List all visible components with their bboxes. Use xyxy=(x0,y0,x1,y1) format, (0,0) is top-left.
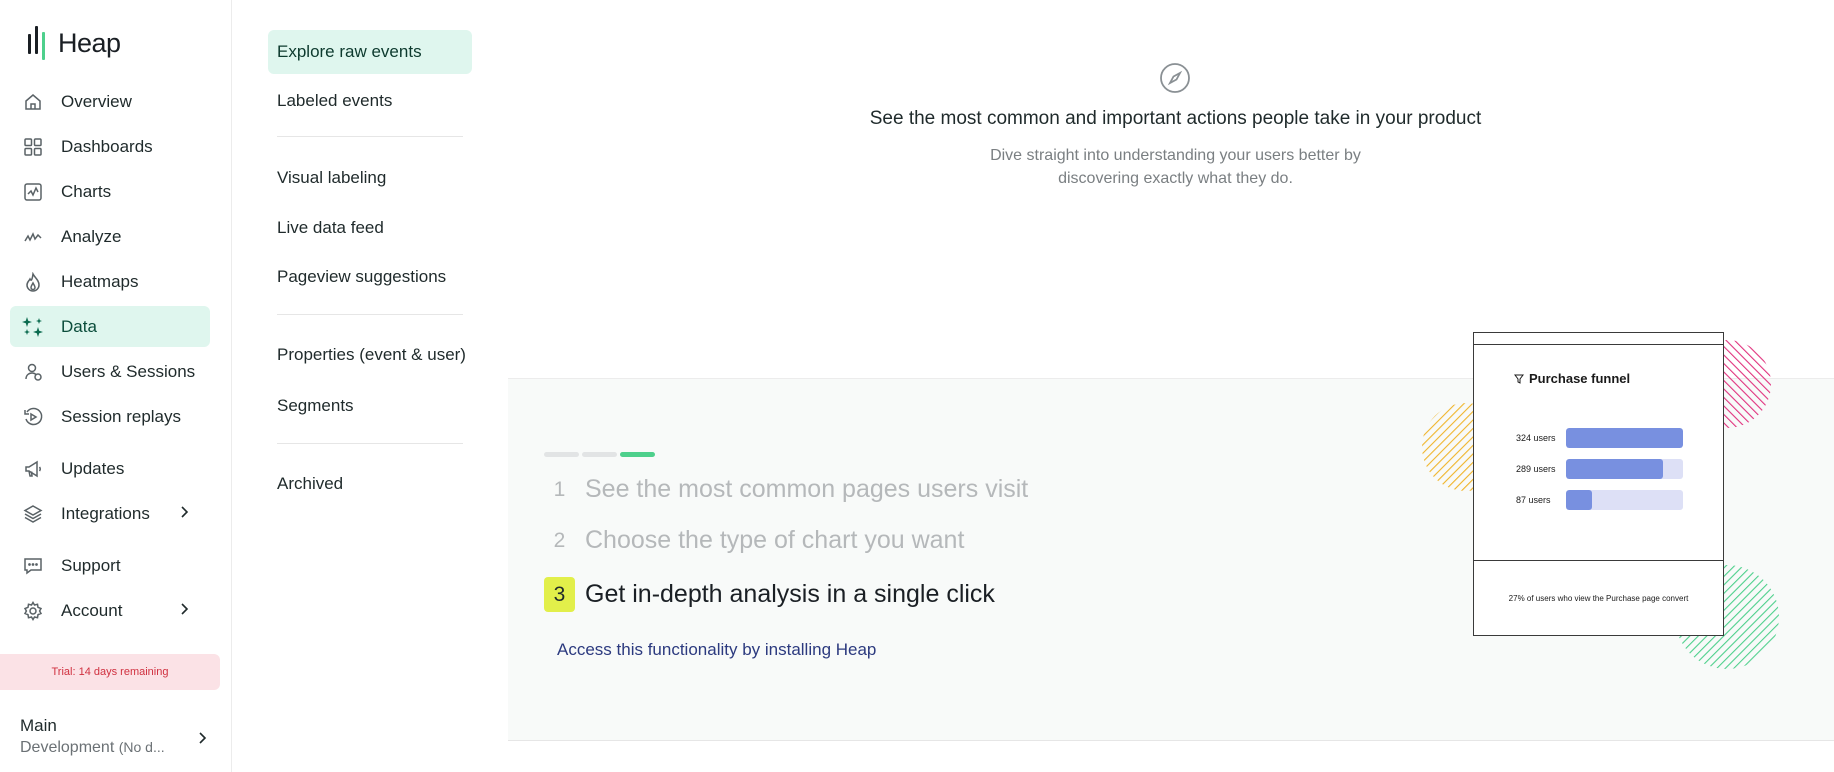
compass-icon xyxy=(1160,63,1190,93)
sidebar-item-label: Heatmaps xyxy=(61,271,139,291)
sidebar-item-label: Integrations xyxy=(61,503,150,523)
funnel-card: Purchase funnel 324 users 289 users 87 u… xyxy=(1473,332,1724,636)
description-line: discovering exactly what they do. xyxy=(1058,170,1293,187)
main-nav: Overview Dashboards Charts Analyze Heatm… xyxy=(10,81,210,635)
sidebar-item-label: Charts xyxy=(61,181,112,201)
sidebar-item-label: Overview xyxy=(61,91,132,111)
chevron-right-icon xyxy=(199,732,207,744)
sidebar-item-heatmaps[interactable]: Heatmaps xyxy=(10,261,210,302)
environment-name: Development (No d... xyxy=(20,739,210,757)
main-sidebar: Heap Overview Dashboards Charts Analyze … xyxy=(0,0,232,772)
step-1[interactable]: 1 See the most common pages users visit xyxy=(544,472,1029,507)
sidebar-item-overview[interactable]: Overview xyxy=(10,81,210,122)
megaphone-icon xyxy=(22,458,44,480)
funnel-footnote-text: 27% of users who view the Purchase page … xyxy=(1508,594,1689,603)
users-icon xyxy=(22,361,44,383)
funnel-bar xyxy=(1566,490,1592,510)
funnel-row-label: 324 users xyxy=(1516,433,1556,443)
submenu-pageview-suggestions[interactable]: Pageview suggestions xyxy=(268,255,472,299)
funnel-bar-track xyxy=(1566,428,1683,448)
analyze-icon xyxy=(22,226,44,248)
progress-segment-active xyxy=(620,452,655,457)
sidebar-item-label: Account xyxy=(61,600,123,620)
sidebar-item-session-replays[interactable]: Session replays xyxy=(10,396,210,437)
funnel-row: 289 users xyxy=(1516,459,1683,479)
layers-icon xyxy=(22,503,44,525)
replay-icon xyxy=(22,406,44,428)
environment-label: Development xyxy=(20,739,115,756)
purchase-funnel-illustration: Purchase funnel 324 users 289 users 87 u… xyxy=(1418,330,1798,680)
step-text: See the most common pages users visit xyxy=(585,475,1029,503)
sidebar-item-updates[interactable]: Updates xyxy=(10,448,210,489)
heap-logo[interactable]: Heap xyxy=(28,26,121,60)
sidebar-item-label: Data xyxy=(61,316,97,336)
heatmaps-icon xyxy=(22,271,44,293)
empty-state-hero: See the most common and important action… xyxy=(508,0,1834,378)
step-progress xyxy=(544,452,655,457)
funnel-bar xyxy=(1566,428,1683,448)
gear-icon xyxy=(22,600,44,622)
sidebar-item-users-sessions[interactable]: Users & Sessions xyxy=(10,351,210,392)
funnel-row-label: 289 users xyxy=(1516,464,1556,474)
data-icon xyxy=(22,316,44,338)
sidebar-item-data[interactable]: Data xyxy=(10,306,210,347)
sidebar-item-account[interactable]: Account xyxy=(10,590,210,631)
funnel-title-text: Purchase funnel xyxy=(1529,371,1631,386)
funnel-bar-track xyxy=(1566,490,1683,510)
step-2[interactable]: 2 Choose the type of chart you want xyxy=(544,523,965,558)
sidebar-item-support[interactable]: Support xyxy=(10,545,210,586)
sidebar-item-label: Updates xyxy=(61,458,125,478)
description-line: Dive straight into understanding your us… xyxy=(990,147,1361,164)
sidebar-item-label: Support xyxy=(61,555,121,575)
submenu-explore-raw-events[interactable]: Explore raw events xyxy=(268,30,472,74)
chat-icon xyxy=(22,555,44,577)
funnel-row-label: 87 users xyxy=(1516,495,1551,505)
sidebar-item-label: Session replays xyxy=(61,406,182,426)
funnel-footnote: 27% of users who view the Purchase page … xyxy=(1474,560,1723,636)
project-name: Main xyxy=(20,716,57,735)
step-text: Choose the type of chart you want xyxy=(585,526,965,554)
progress-segment xyxy=(544,452,579,457)
chevron-right-icon xyxy=(181,506,189,518)
empty-state-description: Dive straight into understanding your us… xyxy=(508,144,1834,190)
sidebar-item-dashboards[interactable]: Dashboards xyxy=(10,126,210,167)
submenu-archived[interactable]: Archived xyxy=(268,462,472,506)
brand-name: Heap xyxy=(58,27,121,58)
sidebar-item-analyze[interactable]: Analyze xyxy=(10,216,210,257)
sidebar-item-charts[interactable]: Charts xyxy=(10,171,210,212)
funnel-row: 87 users xyxy=(1516,490,1683,510)
submenu-segments[interactable]: Segments xyxy=(268,384,472,428)
sidebar-item-integrations[interactable]: Integrations xyxy=(10,493,210,534)
submenu-properties[interactable]: Properties (event & user) xyxy=(268,333,472,377)
trial-banner[interactable]: Trial: 14 days remaining xyxy=(0,654,220,690)
submenu-visual-labeling[interactable]: Visual labeling xyxy=(268,156,472,200)
heap-logo-icon xyxy=(28,26,50,60)
submenu-labeled-events[interactable]: Labeled events xyxy=(268,79,472,123)
progress-segment xyxy=(582,452,617,457)
step-3[interactable]: 3 Get in-depth analysis in a single clic… xyxy=(544,577,995,612)
card-header-bar xyxy=(1474,333,1723,345)
funnel-row: 324 users xyxy=(1516,428,1683,448)
environment-note: (No d... xyxy=(118,739,165,755)
sidebar-item-label: Analyze xyxy=(61,226,122,246)
chevron-right-icon xyxy=(181,603,189,615)
step-number: 1 xyxy=(553,477,566,501)
funnel-bar xyxy=(1566,459,1664,479)
home-icon xyxy=(22,91,44,113)
step-text: Get in-depth analysis in a single click xyxy=(585,580,995,608)
funnel-title: Purchase funnel xyxy=(1514,371,1630,386)
data-submenu: Explore raw events Labeled events Visual… xyxy=(268,30,472,506)
environment-switcher[interactable]: Main Development (No d... xyxy=(20,716,210,757)
funnel-icon xyxy=(1514,374,1524,384)
step-number: 3 xyxy=(544,577,575,612)
install-heap-link[interactable]: Access this functionality by installing … xyxy=(557,640,876,660)
dashboards-icon xyxy=(22,136,44,158)
step-number: 2 xyxy=(553,528,566,552)
funnel-bar-track xyxy=(1566,459,1683,479)
submenu-live-data-feed[interactable]: Live data feed xyxy=(268,206,472,250)
sidebar-item-label: Dashboards xyxy=(61,136,153,156)
charts-icon xyxy=(22,181,44,203)
empty-state-title: See the most common and important action… xyxy=(869,108,1482,129)
sidebar-item-label: Users & Sessions xyxy=(61,361,196,381)
